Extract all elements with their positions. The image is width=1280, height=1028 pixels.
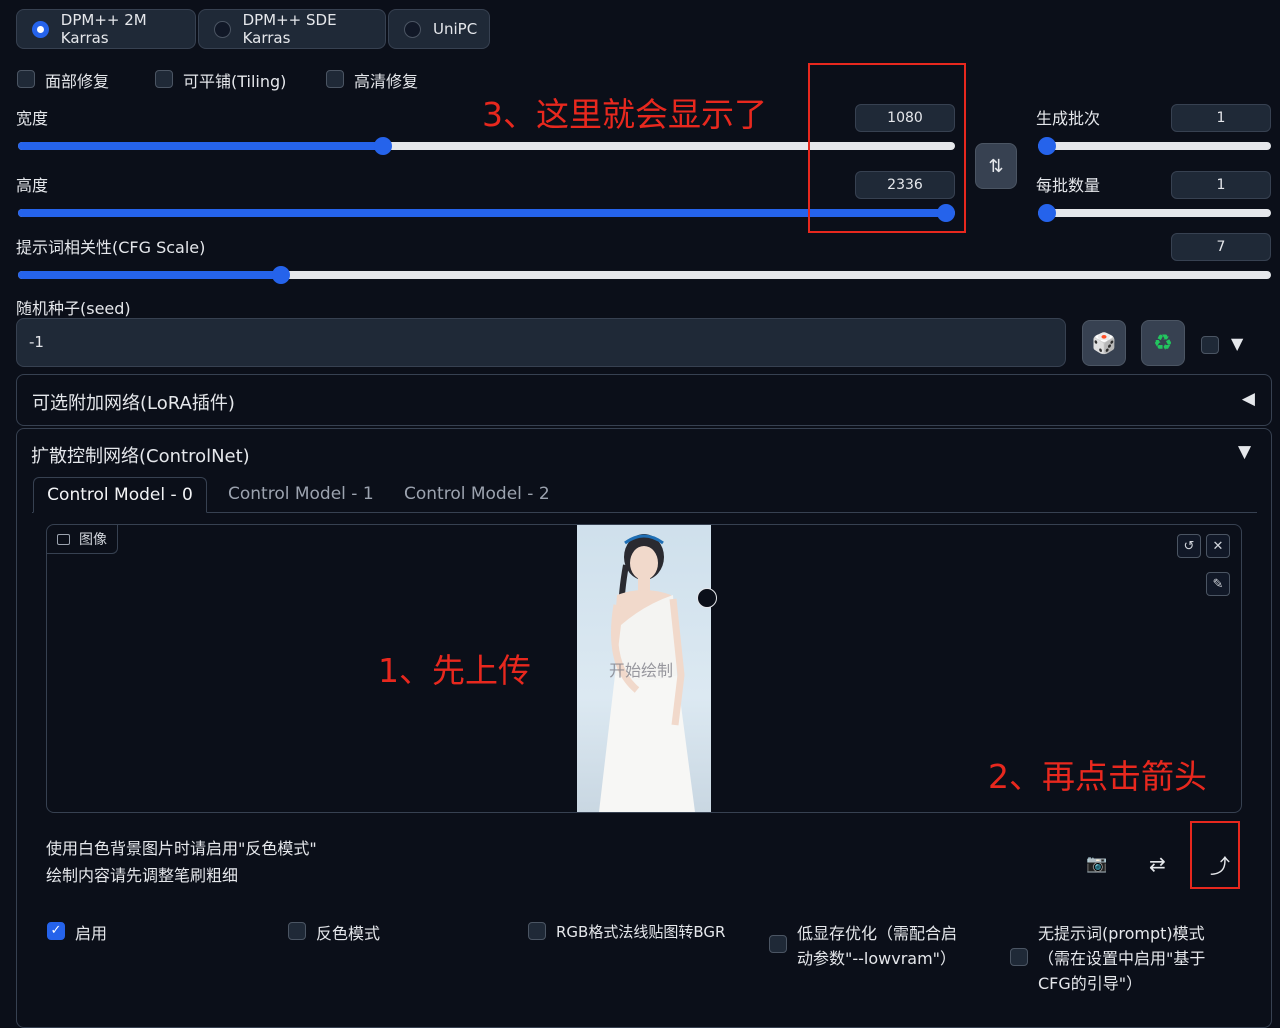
seed-label: 随机种子(seed)	[16, 299, 131, 318]
swap-vertical-icon: ⇅	[988, 155, 1004, 177]
sampler-option-unipc[interactable]: UniPC	[388, 9, 490, 49]
cfg-slider-thumb[interactable]	[272, 266, 290, 284]
sampler-option-label: DPM++ SDE Karras	[242, 11, 337, 47]
hires-fix-label: 高清修复	[354, 72, 419, 91]
tab-control-model-2[interactable]: Control Model - 2	[404, 477, 550, 513]
camera-icon[interactable]: 📷	[1086, 854, 1107, 874]
guess-mode-label-line-2: （需在设置中启用"基于	[1038, 949, 1206, 968]
lowvram-label-line-2: 动参数"--lowvram"）	[797, 949, 957, 968]
annotation-box-send-button	[1190, 821, 1240, 889]
face-restore-label: 面部修复	[45, 72, 110, 91]
extra-seed-expand-icon[interactable]: ▼	[1231, 334, 1243, 353]
hint-line-2: 绘制内容请先调整笔刷粗细	[46, 866, 239, 885]
batch-count-slider-thumb[interactable]	[1038, 137, 1056, 155]
cfg-input[interactable]: 7	[1171, 233, 1271, 261]
sampler-option-dpm2m[interactable]: DPM++ 2M Karras	[16, 9, 196, 49]
close-icon: ✕	[1212, 538, 1224, 554]
cfg-slider[interactable]	[18, 266, 1271, 284]
cfg-label: 提示词相关性(CFG Scale)	[16, 238, 206, 257]
cfg-slider-fill	[18, 271, 281, 279]
expand-down-icon[interactable]: ▼	[1238, 442, 1251, 462]
lowvram-checkbox[interactable]	[769, 935, 787, 953]
image-label-badge: 图像	[47, 525, 118, 554]
undo-button[interactable]: ↺	[1177, 534, 1201, 558]
height-label: 高度	[16, 176, 49, 195]
hint-line-1: 使用白色背景图片时请启用"反色模式"	[46, 839, 317, 858]
tab-control-model-0[interactable]: Control Model - 0	[33, 477, 207, 513]
batch-size-input[interactable]: 1	[1171, 171, 1271, 199]
width-slider-fill	[18, 142, 383, 150]
seed-input[interactable]: -1	[16, 318, 1066, 367]
rgb-bgr-label: RGB格式法线贴图转BGR	[556, 923, 726, 941]
height-slider-fill	[18, 209, 946, 217]
brush-cursor	[697, 588, 717, 608]
random-seed-button[interactable]: 🎲	[1082, 320, 1126, 366]
extra-seed-checkbox[interactable]	[1201, 336, 1219, 354]
image-icon	[57, 533, 70, 545]
sampler-option-dpmsde[interactable]: DPM++ SDE Karras	[198, 9, 386, 49]
uploaded-photo: 开始绘制	[577, 525, 711, 812]
radio-icon	[404, 20, 421, 38]
canvas-watermark: 开始绘制	[609, 661, 674, 680]
image-label-text: 图像	[79, 532, 107, 548]
undo-icon: ↺	[1183, 538, 1195, 554]
clear-button[interactable]: ✕	[1206, 534, 1230, 558]
invert-label: 反色模式	[316, 924, 381, 943]
swap-horizontal-icon[interactable]: ⇄	[1149, 852, 1166, 876]
radio-selected-icon	[32, 20, 49, 38]
annotation-step-2: 2、再点击箭头	[988, 757, 1207, 796]
dice-icon: 🎲	[1091, 331, 1117, 355]
tab-divider	[32, 512, 1257, 513]
brush-icon: ✎	[1212, 576, 1224, 592]
batch-size-slider-thumb[interactable]	[1038, 204, 1056, 222]
invert-checkbox[interactable]	[288, 922, 306, 940]
batch-size-slider[interactable]	[1038, 204, 1271, 222]
lora-accordion-title: 可选附加网络(LoRA插件)	[32, 393, 235, 414]
sampler-option-label: DPM++ 2M Karras	[60, 11, 147, 47]
guess-mode-checkbox[interactable]	[1010, 948, 1028, 966]
recycle-icon: ♻	[1153, 330, 1173, 356]
radio-icon	[214, 20, 231, 38]
annotation-box-dimensions	[808, 63, 966, 233]
guess-mode-label-line-3: CFG的引导"）	[1038, 974, 1143, 993]
batch-count-label: 生成批次	[1036, 109, 1101, 128]
brush-button[interactable]: ✎	[1206, 572, 1230, 596]
face-restore-checkbox[interactable]	[17, 70, 35, 88]
reuse-seed-button[interactable]: ♻	[1141, 320, 1185, 366]
annotation-step-3: 3、这里就会显示了	[482, 95, 767, 134]
swap-dimensions-button[interactable]: ⇅	[975, 143, 1017, 189]
rgb-bgr-checkbox[interactable]	[528, 922, 546, 940]
collapse-left-icon: ◀	[1241, 389, 1255, 409]
check-icon: ✓	[50, 923, 62, 938]
enable-checkbox[interactable]: ✓	[47, 922, 65, 940]
tiling-checkbox[interactable]	[155, 70, 173, 88]
width-label: 宽度	[16, 109, 49, 128]
tab-control-model-1[interactable]: Control Model - 1	[228, 477, 374, 513]
guess-mode-label-line-1: 无提示词(prompt)模式	[1038, 924, 1205, 943]
batch-size-label: 每批数量	[1036, 176, 1101, 195]
annotation-step-1: 1、先上传	[378, 651, 531, 690]
batch-count-slider[interactable]	[1038, 137, 1271, 155]
tiling-label: 可平铺(Tiling)	[183, 72, 287, 91]
enable-label: 启用	[75, 924, 108, 943]
hires-fix-checkbox[interactable]	[326, 70, 344, 88]
sampler-option-label: UniPC	[433, 20, 478, 38]
lowvram-label-line-1: 低显存优化（需配合启	[797, 924, 958, 943]
lora-accordion[interactable]: 可选附加网络(LoRA插件) ◀	[16, 374, 1272, 426]
controlnet-accordion-title[interactable]: 扩散控制网络(ControlNet)	[31, 442, 250, 468]
batch-count-input[interactable]: 1	[1171, 104, 1271, 132]
width-slider-thumb[interactable]	[374, 137, 392, 155]
